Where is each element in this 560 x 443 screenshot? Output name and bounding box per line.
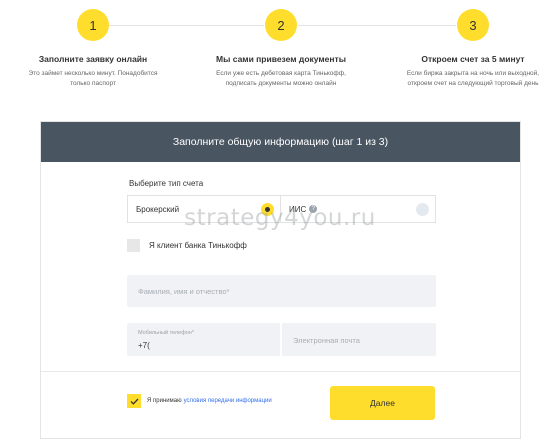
application-form: Заполните общую информацию (шаг 1 из 3) … — [40, 121, 521, 439]
form-divider — [41, 371, 520, 372]
account-option-label: ИИС — [289, 204, 307, 214]
phone-value: +7( — [138, 341, 150, 350]
email-input[interactable]: Электронная почта — [282, 323, 436, 356]
step-desc-line: откроем счет на следующий торговый день — [407, 80, 539, 87]
step-number: 2 — [265, 9, 297, 41]
step-desc-line: Если уже есть дебетовая карта Тинькофф, — [216, 70, 346, 77]
agree-text: Я принимаю — [147, 398, 182, 404]
email-placeholder: Электронная почта — [293, 336, 360, 345]
step-description: Если биржа закрыта на ночь или выходной,… — [388, 69, 558, 89]
next-button[interactable]: Далее — [330, 386, 435, 420]
step-description: Если уже есть дебетовая карта Тинькофф, … — [196, 69, 366, 89]
step-description: Это займет несколько минут. Понадобится … — [8, 69, 178, 89]
step-title: Откроем счет за 5 минут — [421, 54, 525, 64]
help-icon[interactable]: ? — [309, 205, 318, 213]
step-title: Заполните заявку онлайн — [38, 54, 148, 64]
checkmark-icon — [130, 398, 138, 405]
radio-selected-icon — [261, 203, 274, 216]
terms-link[interactable]: условия передачи информации — [184, 398, 272, 404]
phone-input[interactable]: Мобильный телефон* +7( — [127, 323, 280, 356]
fio-placeholder: Фамилия, имя и отчество* — [138, 287, 230, 296]
form-header: Заполните общую информацию (шаг 1 из 3) — [41, 122, 520, 162]
account-type-label: Выберите тип счета — [129, 179, 204, 188]
steps-header: 1 Заполните заявку онлайн Это займет нес… — [0, 0, 560, 110]
phone-label: Мобильный телефон* — [138, 330, 194, 336]
account-option-label: Брокерский — [136, 204, 180, 214]
step-desc-line: Если биржа закрыта на ночь или выходной, — [406, 70, 540, 77]
step-number: 1 — [77, 9, 109, 41]
checkbox-checked-icon[interactable] — [127, 394, 141, 408]
step-title: Мы сами привезем документы — [216, 54, 346, 64]
account-type-toggle: Брокерский ИИС ? — [127, 195, 436, 223]
step-3: 3 Откроем счет за 5 минут Если биржа зак… — [388, 9, 558, 89]
agree-checkbox[interactable]: Я принимаю условия передачи информации — [127, 394, 272, 408]
checkbox-empty-icon[interactable] — [127, 239, 140, 252]
step-1: 1 Заполните заявку онлайн Это займет нес… — [8, 9, 178, 89]
radio-unselected-icon — [416, 203, 429, 216]
account-option-brokerage[interactable]: Брокерский — [127, 195, 280, 223]
step-2: 2 Мы сами привезем документы Если уже ес… — [196, 9, 366, 89]
fio-input[interactable]: Фамилия, имя и отчество* — [127, 275, 436, 307]
step-number: 3 — [457, 9, 489, 41]
step-desc-line: подписать документы можно онлайн — [225, 80, 337, 87]
tinkoff-client-checkbox[interactable]: Я клиент банка Тинькофф — [127, 239, 247, 252]
step-desc-line: только паспорт — [70, 80, 116, 87]
account-option-iis[interactable]: ИИС ? — [280, 195, 436, 223]
tinkoff-client-label: Я клиент банка Тинькофф — [149, 241, 247, 250]
step-desc-line: Это займет несколько минут. Понадобится — [28, 70, 158, 77]
